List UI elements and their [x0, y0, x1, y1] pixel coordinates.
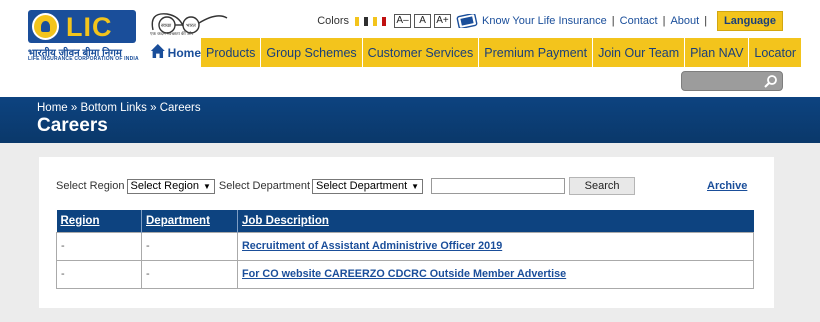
font-reset-button[interactable]: A [414, 14, 432, 28]
swachh-left-text: स्वच्छ [161, 23, 172, 29]
separator: | [611, 15, 615, 27]
table-header-row: Region Department Job Description [56, 210, 754, 232]
color-swatch-yellow-alt[interactable] [373, 16, 378, 26]
chevron-down-icon: ▼ [203, 181, 211, 191]
about-link[interactable]: About [670, 15, 699, 27]
colors-label: Colors [317, 15, 350, 27]
region-label: Select Region [56, 180, 125, 192]
cell-department: - [141, 259, 238, 289]
breadcrumb[interactable]: Home » Bottom Links » Careers [37, 102, 201, 114]
nav-home[interactable]: Home [150, 38, 201, 67]
nav-item-customer-services[interactable]: Customer Services [362, 38, 480, 67]
separator: | [662, 15, 666, 27]
swachh-tagline: एक कदम स्वच्छता की ओर [150, 31, 194, 36]
nav-item-group-schemes[interactable]: Group Schemes [261, 38, 363, 67]
language-button[interactable]: Language [717, 11, 783, 31]
home-icon [150, 44, 165, 58]
color-swatch-dark[interactable] [364, 16, 369, 26]
search-button[interactable]: Search [569, 177, 636, 195]
nav-item-products[interactable]: Products [201, 38, 262, 67]
color-swatch-yellow[interactable] [355, 16, 360, 26]
nav-item-join-our-team[interactable]: Join Our Team [593, 38, 686, 67]
column-header-department[interactable]: Department [141, 210, 238, 232]
nav-item-locator[interactable]: Locator [749, 38, 802, 67]
logo-text: LIC [66, 12, 113, 42]
lic-emblem-icon [32, 13, 59, 40]
column-header-job-description[interactable]: Job Description [237, 210, 754, 232]
separator: | [704, 15, 708, 27]
tablet-icon[interactable] [456, 14, 478, 28]
color-swatch-red[interactable] [382, 16, 387, 26]
column-header-region[interactable]: Region [56, 210, 142, 232]
careers-panel: Select Region Select Region ▼ Select Dep… [39, 157, 774, 308]
department-label: Select Department [218, 180, 311, 192]
cell-region: - [56, 259, 142, 289]
lic-logo[interactable]: LIC [28, 10, 136, 43]
page-title: Careers [37, 115, 108, 136]
search-icon[interactable] [764, 74, 778, 88]
nav-item-premium-payment[interactable]: Premium Payment [479, 38, 594, 67]
keyword-search-input[interactable] [431, 178, 566, 194]
table-row: - - For CO website CAREERZO CDCRC Outsid… [56, 259, 754, 289]
cell-region: - [56, 231, 142, 261]
cell-department: - [141, 231, 238, 261]
chevron-down-icon: ▼ [411, 181, 420, 191]
swachh-right-text: भारत [186, 23, 196, 29]
department-select[interactable]: Select Department ▼ [312, 178, 424, 194]
nav-item-plan-nav[interactable]: Plan NAV [685, 38, 750, 67]
nav-home-label: Home [167, 46, 201, 60]
department-select-value: Select Department [316, 179, 408, 192]
archive-link[interactable]: Archive [707, 180, 747, 192]
font-decrease-button[interactable]: A– [394, 14, 412, 28]
know-your-life-insurance-link[interactable]: Know Your Life Insurance [482, 15, 607, 27]
careers-table: Region Department Job Description - - Re… [56, 210, 754, 289]
font-increase-button[interactable]: A+ [434, 14, 452, 28]
contact-link[interactable]: Contact [620, 15, 658, 27]
region-select[interactable]: Select Region ▼ [126, 178, 215, 194]
main-nav: Home Products Group Schemes Customer Ser… [150, 38, 802, 67]
region-select-value: Select Region [130, 179, 200, 192]
utility-bar: Colors A– A A+ Know Your Life Insurance … [317, 10, 783, 32]
job-link[interactable]: Recruitment of Assistant Administrive Of… [237, 231, 754, 261]
filter-row: Select Region Select Region ▼ Select Dep… [56, 177, 636, 195]
job-link[interactable]: For CO website CAREERZO CDCRC Outside Me… [237, 259, 754, 289]
site-header: LIC भारतीय जीवन बीमा निगम LIFE INSURANCE… [0, 0, 820, 97]
site-search-input[interactable] [681, 71, 783, 91]
logo-english-name: LIFE INSURANCE CORPORATION OF INDIA [28, 56, 139, 62]
table-row: - - Recruitment of Assistant Administriv… [56, 231, 754, 261]
page-banner: Home » Bottom Links » Careers Careers [0, 97, 820, 143]
